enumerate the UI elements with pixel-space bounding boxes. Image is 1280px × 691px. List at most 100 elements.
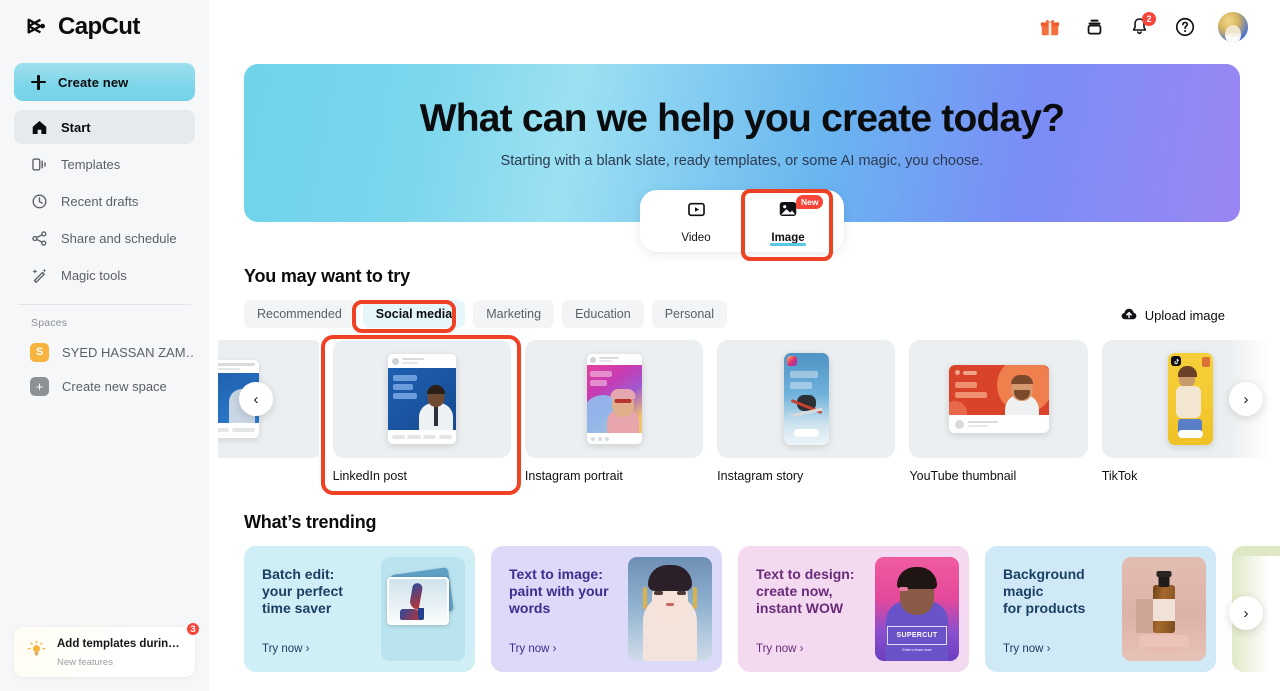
template-name: TikTok — [1101, 469, 1138, 483]
category-tabs: Recommended Social media Marketing Educa… — [244, 300, 728, 328]
trending-next-button[interactable]: › — [1229, 596, 1263, 630]
template-list: LinkedIn post Instagram portrait Instagr… — [218, 340, 1280, 483]
template-name: LinkedIn post — [332, 469, 407, 483]
capcut-app: CapCut Create new Start Templates Recent… — [0, 0, 1280, 691]
trending-card-title: Text to image: paint with your words — [509, 566, 609, 616]
create-new-button[interactable]: Create new — [14, 63, 195, 101]
upload-image-button[interactable]: Upload image — [1120, 305, 1225, 326]
sidebar-item-share-and-schedule[interactable]: Share and schedule — [14, 221, 195, 255]
trending-section: What’s trending Batch edit: your perfect… — [244, 512, 1280, 672]
trending-card-cta: Try now › — [262, 643, 310, 655]
sidebar: CapCut Create new Start Templates Recent… — [0, 0, 209, 691]
promo-title: Add templates durin… — [57, 638, 180, 650]
try-section: You may want to try Recommended Social m… — [218, 266, 1280, 483]
sidebar-item-label: Start — [61, 119, 91, 135]
sidebar-item-label: Recent drafts — [61, 193, 139, 209]
space-label: Create new space — [62, 378, 167, 394]
promo-badge: 3 — [185, 621, 201, 637]
magic-wand-icon — [30, 266, 48, 284]
template-card-linkedin-post[interactable]: LinkedIn post — [332, 340, 511, 483]
template-thumbnail — [524, 340, 704, 458]
create-new-space-button[interactable]: + Create new space — [14, 369, 195, 403]
upload-image-label: Upload image — [1144, 308, 1225, 323]
user-avatar[interactable] — [1218, 11, 1248, 42]
new-badge: New — [796, 195, 824, 209]
trending-list: Batch edit: your perfect time saver Try … — [244, 546, 1280, 672]
tab-label: Personal — [664, 307, 715, 321]
template-card-instagram-story[interactable]: Instagram story — [717, 340, 896, 483]
try-section-title: You may want to try — [244, 266, 410, 286]
trending-card-background-magic[interactable]: Background magic for products Try now › — [985, 546, 1216, 672]
hero-title: What can we help you create today? — [419, 97, 1065, 140]
sidebar-item-label: Magic tools — [61, 267, 127, 283]
plus-icon — [31, 74, 46, 90]
clock-icon — [30, 192, 48, 210]
mode-tab-video[interactable]: Video — [650, 192, 742, 250]
bell-icon[interactable]: 2 — [1128, 12, 1156, 38]
tab-recommended[interactable]: Recommended — [244, 300, 355, 328]
trending-card-text-to-design[interactable]: Text to design: create now, instant WOW … — [738, 546, 969, 672]
plus-icon: + — [30, 376, 49, 396]
template-name: Instagram story — [717, 469, 804, 483]
space-label: SYED HASSAN ZAM… — [62, 344, 195, 360]
active-tab-underline — [770, 243, 806, 246]
gift-icon[interactable] — [1038, 15, 1061, 38]
tab-marketing[interactable]: Marketing — [473, 300, 555, 328]
tab-personal[interactable]: Personal — [651, 300, 728, 328]
trending-section-title: What’s trending — [244, 512, 377, 532]
brand-name: CapCut — [58, 12, 140, 40]
trending-card-text-to-image[interactable]: Text to image: paint with your words Try… — [491, 546, 722, 672]
brand-logo[interactable]: CapCut — [14, 0, 195, 53]
carousel-next-button[interactable]: › — [1229, 382, 1263, 416]
tab-label: Recommended — [257, 307, 342, 321]
space-item-syed-hassan[interactable]: S SYED HASSAN ZAM… — [14, 335, 195, 369]
template-card-partial[interactable] — [218, 340, 319, 483]
upload-cloud-icon — [1120, 305, 1138, 326]
mode-tab-image[interactable]: New Image — [742, 192, 834, 250]
carousel-prev-button[interactable]: ‹ — [239, 382, 273, 416]
sidebar-item-start[interactable]: Start — [14, 110, 195, 144]
templates-icon — [30, 155, 48, 173]
spaces-heading: Spaces — [31, 317, 68, 329]
topbar: 2 — [209, 0, 1280, 53]
sidebar-item-magic-tools[interactable]: Magic tools — [14, 258, 195, 292]
template-card-youtube-thumbnail[interactable]: YouTube thumbnail — [909, 340, 1088, 483]
notification-count-badge: 2 — [1142, 12, 1156, 26]
archive-box-icon[interactable] — [1083, 15, 1106, 38]
template-thumbnail — [717, 340, 896, 458]
template-thumbnail — [332, 340, 511, 458]
create-new-label: Create new — [58, 74, 129, 90]
tab-label: Marketing — [486, 307, 542, 321]
trending-card-cta: Try now › — [1003, 643, 1051, 655]
trending-card-cta: Try now › — [509, 643, 557, 655]
tab-label: Education — [575, 307, 631, 321]
promo-subtitle: New features — [57, 657, 113, 668]
tab-education[interactable]: Education — [562, 300, 644, 328]
template-carousel: LinkedIn post Instagram portrait Instagr… — [218, 340, 1280, 483]
trending-card-title: Batch edit: your perfect time saver — [262, 566, 343, 616]
home-icon — [30, 118, 48, 136]
sidebar-item-templates[interactable]: Templates — [14, 147, 195, 181]
promo-card[interactable]: Add templates durin… New features 3 — [14, 621, 201, 677]
share-icon — [30, 229, 48, 247]
mode-tab-label: Video — [681, 231, 711, 244]
trending-card-batch-edit[interactable]: Batch edit: your perfect time saver Try … — [244, 546, 475, 672]
capcut-logo-icon — [26, 16, 53, 38]
trending-card-title: Text to design: create now, instant WOW — [756, 566, 855, 616]
template-thumbnail — [909, 340, 1088, 458]
hero-subtitle: Starting with a blank slate, ready templ… — [500, 153, 984, 169]
lightbulb-icon — [26, 639, 47, 665]
sidebar-nav: Start Templates Recent drafts Share and … — [14, 110, 195, 292]
sidebar-item-recent-drafts[interactable]: Recent drafts — [14, 184, 195, 218]
chevron-left-icon: ‹ — [253, 390, 259, 408]
mode-switcher: Video New Image — [640, 190, 844, 252]
help-circle-icon[interactable] — [1173, 15, 1196, 38]
tab-social-media[interactable]: Social media — [362, 300, 466, 328]
main-content: 2 What can we help you create today? Sta… — [209, 0, 1280, 691]
promo-texts: Add templates durin… New features — [57, 634, 195, 670]
chevron-right-icon: › — [1243, 604, 1249, 622]
trending-card-cta: Try now › — [756, 643, 804, 655]
space-avatar-badge: S — [30, 342, 49, 362]
template-card-instagram-portrait[interactable]: Instagram portrait — [524, 340, 704, 483]
sidebar-item-label: Share and schedule — [61, 230, 177, 246]
